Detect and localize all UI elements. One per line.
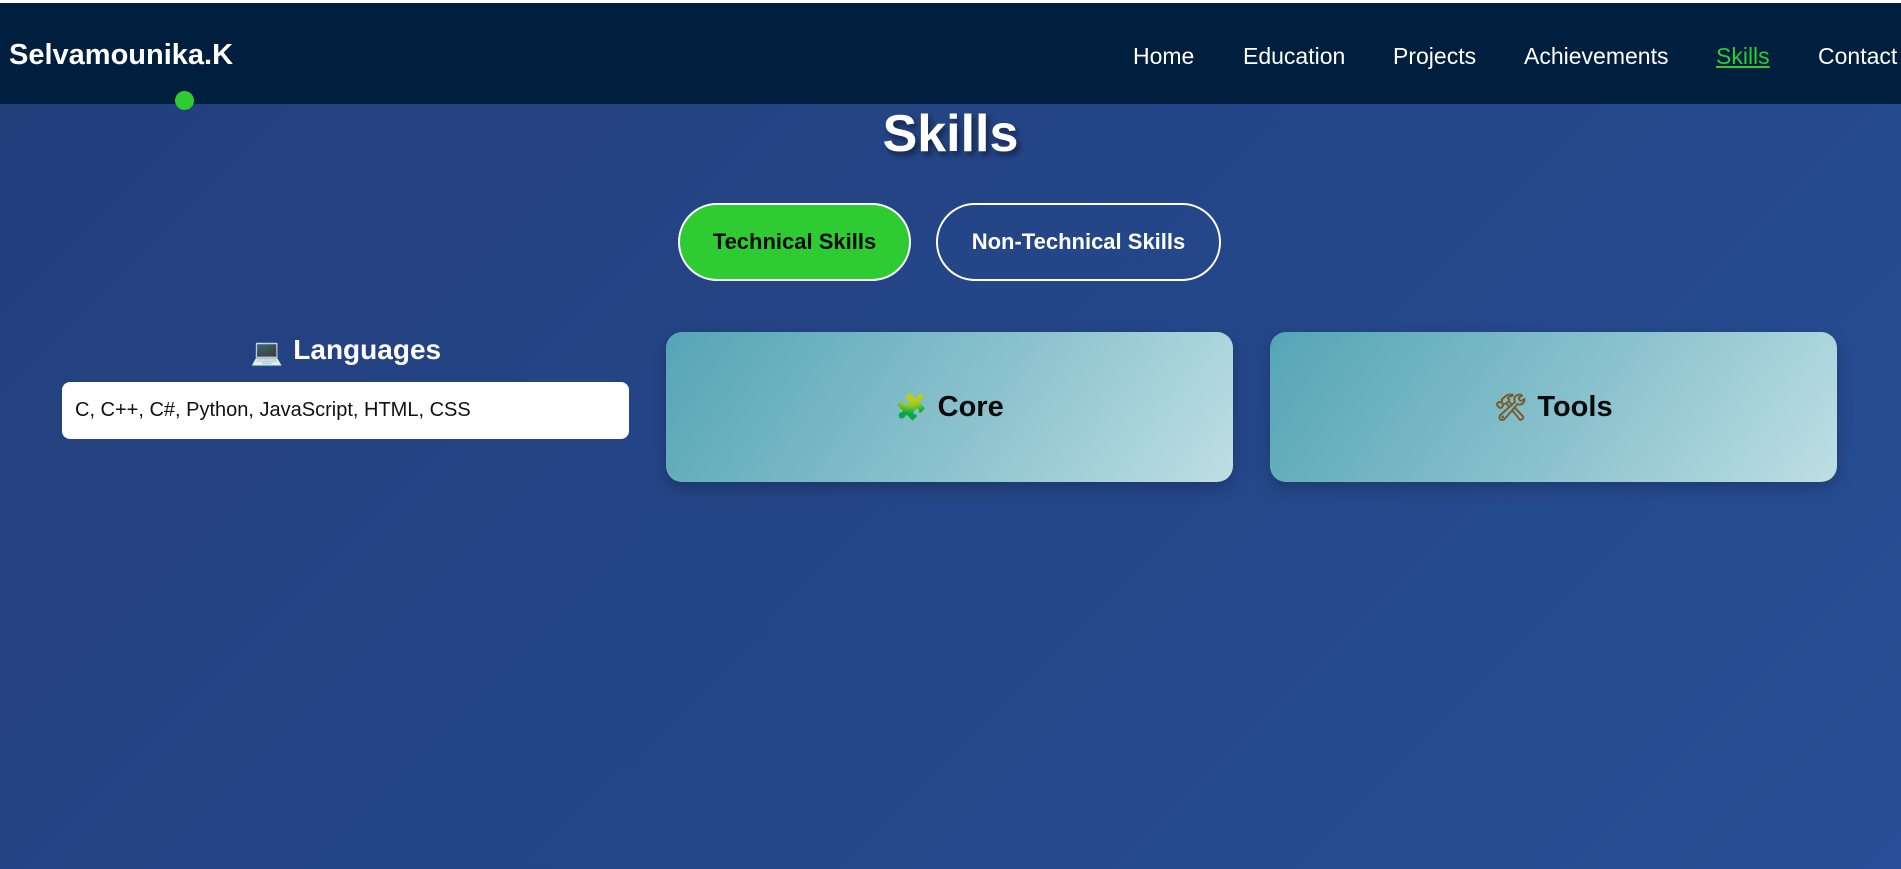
laptop-icon: 💻 <box>250 337 284 367</box>
tab-non-technical-skills[interactable]: Non-Technical Skills <box>936 203 1221 281</box>
tab-technical-skills[interactable]: Technical Skills <box>678 203 911 281</box>
nav-links: Home Education Projects Achievements Ski… <box>0 43 1901 73</box>
nav-link-projects[interactable]: Projects <box>1393 43 1476 70</box>
status-dot <box>175 91 194 110</box>
languages-heading: 💻 Languages <box>62 334 630 368</box>
nav-link-home[interactable]: Home <box>1133 43 1194 70</box>
core-card-label: 🧩 Core <box>895 391 1003 424</box>
tools-card-title: Tools <box>1537 390 1613 423</box>
tools-card-label: 🛠 Tools <box>1494 391 1612 424</box>
core-skills-card[interactable]: 🧩 Core <box>666 332 1233 482</box>
puzzle-icon: 🧩 <box>895 391 928 422</box>
languages-heading-label: Languages <box>293 334 442 365</box>
nav-link-achievements[interactable]: Achievements <box>1524 43 1668 70</box>
languages-list-text: C, C++, C#, Python, JavaScript, HTML, CS… <box>75 399 471 421</box>
nav-link-contact[interactable]: Contact <box>1818 43 1897 70</box>
tools-skills-card[interactable]: 🛠 Tools <box>1270 332 1837 482</box>
tools-icon: 🛠 <box>1494 391 1528 422</box>
nav-link-education[interactable]: Education <box>1243 43 1345 70</box>
page-title: Skills <box>882 105 1019 163</box>
navbar: Selvamounika.K Home Education Projects A… <box>0 3 1901 104</box>
languages-list: C, C++, C#, Python, JavaScript, HTML, CS… <box>62 382 629 439</box>
core-card-title: Core <box>937 390 1004 423</box>
nav-link-skills[interactable]: Skills <box>1716 43 1770 70</box>
